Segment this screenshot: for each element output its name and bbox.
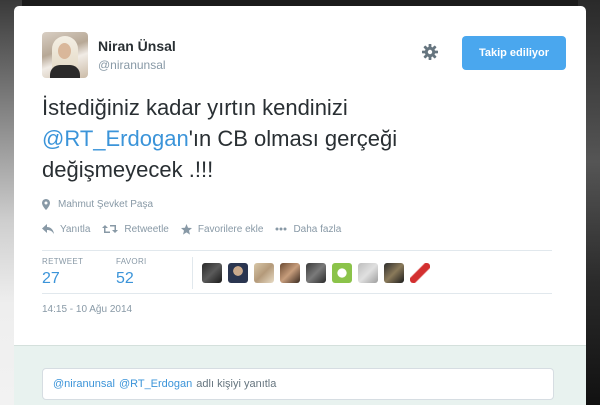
reply-icon xyxy=(42,224,54,234)
location-pin-icon xyxy=(42,199,50,210)
favoriter-avatar[interactable] xyxy=(254,263,274,283)
avatar-body xyxy=(50,65,80,78)
stats-divider xyxy=(192,257,193,289)
favoriter-avatar[interactable] xyxy=(384,263,404,283)
more-action[interactable]: Daha fazla xyxy=(275,224,341,235)
favorite-label: Favorilere ekle xyxy=(197,223,264,235)
tweet-line-2-rest: 'ın CB olması gerçeği xyxy=(188,126,398,151)
retweet-icon xyxy=(102,225,119,233)
tweet-location[interactable]: Mahmut Şevket Paşa xyxy=(42,199,153,210)
tweet-timestamp[interactable]: 14:15 - 10 Ağu 2014 xyxy=(42,304,132,315)
tweet-text: İstediğiniz kadar yırtın kendinizi @RT_E… xyxy=(42,92,562,185)
user-handle[interactable]: @niranunsal xyxy=(98,58,166,72)
favoriter-avatar[interactable] xyxy=(332,263,352,283)
location-label: Mahmut Şevket Paşa xyxy=(58,199,154,210)
retweet-count: 27 xyxy=(42,270,60,287)
retweet-label: Retweetle xyxy=(124,223,169,235)
favorite-count: 52 xyxy=(116,270,134,287)
retweet-stat-label: RETWEET xyxy=(42,257,84,266)
tweet-line-2: @RT_Erdogan'ın CB olması gerçeği xyxy=(42,123,562,154)
retweet-action[interactable]: Retweetle xyxy=(102,223,169,235)
favoriter-avatar[interactable] xyxy=(410,263,430,283)
tweet-mention[interactable]: @RT_Erdogan xyxy=(42,126,189,151)
following-button[interactable]: Takip ediliyor xyxy=(462,36,566,70)
tweet-stats: RETWEET 27 FAVORI 52 xyxy=(42,250,552,294)
reply-label: Yanıtla xyxy=(60,223,91,235)
reply-mention-user: @niranunsal xyxy=(53,378,115,390)
favoriter-avatar[interactable] xyxy=(202,263,222,283)
tweet-card: Niran Ünsal @niranunsal Takip ediliyor İ… xyxy=(14,6,586,405)
tweet-actions: Yanıtla Retweetle Favorilere ekle Daha f… xyxy=(42,222,353,236)
reply-action[interactable]: Yanıtla xyxy=(42,224,90,235)
favoriter-avatar[interactable] xyxy=(280,263,300,283)
favorite-stat[interactable]: FAVORI 52 xyxy=(116,257,147,288)
favorite-stat-label: FAVORI xyxy=(116,257,147,266)
more-icon xyxy=(275,227,287,231)
favoriter-avatar[interactable] xyxy=(228,263,248,283)
tweet-header: Niran Ünsal @niranunsal Takip ediliyor xyxy=(42,32,566,78)
gear-icon[interactable] xyxy=(420,42,440,62)
more-label: Daha fazla xyxy=(293,223,342,235)
reply-area: @niranunsal @RT_Erdogan adlı kişiyi yanı… xyxy=(14,345,586,405)
reply-mention-target: @RT_Erdogan xyxy=(118,378,193,390)
tweet-line-1: İstediğiniz kadar yırtın kendinizi xyxy=(42,95,348,120)
favoriter-avatar[interactable] xyxy=(306,263,326,283)
reply-input[interactable]: @niranunsal @RT_Erdogan adlı kişiyi yanı… xyxy=(42,368,554,400)
reply-placeholder-suffix: adlı kişiyi yanıtla xyxy=(196,378,277,390)
retweet-stat[interactable]: RETWEET 27 xyxy=(42,257,83,288)
tweet-line-3: değişmeyecek .!!! xyxy=(42,157,214,182)
star-icon xyxy=(180,223,192,235)
favoriter-avatar[interactable] xyxy=(358,263,378,283)
favoriter-avatars xyxy=(202,263,436,283)
avatar-face xyxy=(58,43,71,59)
user-name[interactable]: Niran Ünsal xyxy=(98,38,176,54)
favorite-action[interactable]: Favorilere ekle xyxy=(180,223,264,235)
avatar[interactable] xyxy=(42,32,88,78)
